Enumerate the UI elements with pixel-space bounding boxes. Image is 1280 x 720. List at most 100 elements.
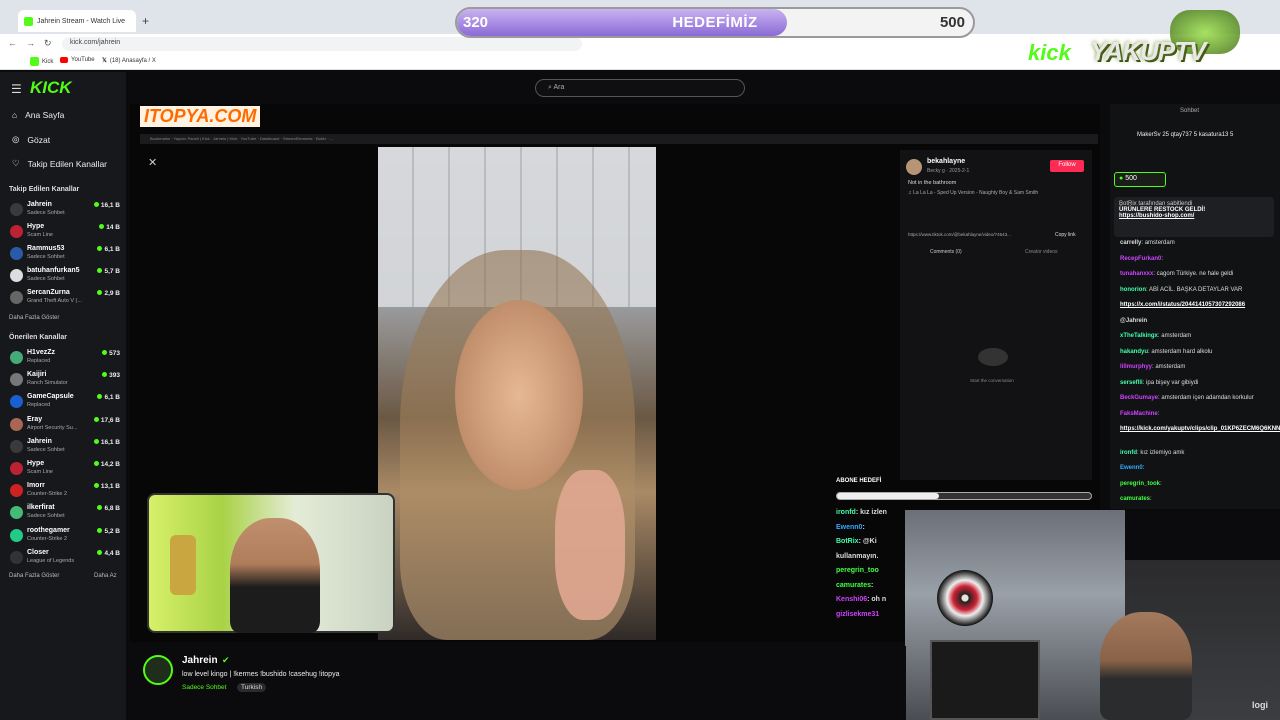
chat-user: hakandyu — [1120, 348, 1149, 355]
streamer-browser-tabs: Bookmarks · Yayıncı Paneli | Kick · Jahr… — [140, 134, 1098, 144]
chat-message: peregrin_took: — [1120, 480, 1270, 488]
recommended-channel[interactable]: Kaijiri Ranch Simulator 393 — [10, 370, 122, 392]
chat-user: lillmurphyy — [1120, 364, 1153, 370]
youtube-icon — [60, 57, 68, 63]
recommended-channel[interactable]: roothegamer Counter-Strike 2 5,2 B — [10, 526, 122, 548]
chat-link[interactable]: https://kick.com/yakuptv/clips/clip_01KP… — [1120, 426, 1280, 432]
viewer-count: 2,9 B — [97, 290, 120, 297]
viewer-count: 6,1 B — [97, 246, 120, 253]
channel-avatar — [10, 439, 23, 453]
chat-user: camurates — [1120, 496, 1151, 502]
forward-icon[interactable]: → — [26, 38, 35, 48]
tab-title: Jahrein Stream - Watch Live — [37, 17, 126, 25]
tiktok-side-panel — [900, 150, 1092, 480]
channel-name: batuhanfurkan5 — [27, 267, 80, 274]
channel-name[interactable]: Jahrein — [182, 655, 218, 666]
show-more-link-2[interactable]: Daha Fazla Göster — [9, 573, 59, 579]
channel-avatar — [10, 484, 23, 498]
search-input[interactable]: ⌕ Ara — [535, 79, 745, 97]
stream-title: low level kingo | !kermes !bushido !case… — [182, 671, 340, 678]
channel-name: Closer — [27, 548, 49, 556]
pinned-message[interactable]: BotRix tarafından sabitlendi ÜRÜNLERE RE… — [1114, 197, 1274, 237]
chat-message: camurates: — [1120, 495, 1270, 503]
followed-channel[interactable]: batuhanfurkan5 Sadece Sohbet 5,7 B — [10, 266, 122, 288]
recommended-channel[interactable]: Eray Airport Security Su... 17,6 B — [10, 415, 122, 437]
viewer-count: 14,2 B — [94, 461, 120, 468]
bookmark-kick[interactable]: Kick — [30, 57, 53, 66]
chat-message: serseflli: ipa bişey var gibiydi — [1120, 379, 1270, 387]
nav-following[interactable]: ♡ Takip Edilen Kanallar — [12, 158, 107, 169]
close-icon[interactable]: ✕ — [148, 156, 157, 169]
chat-user: BotRix — [836, 538, 859, 545]
chat-text: : — [1160, 480, 1162, 487]
viewer-count: 4,4 B — [97, 550, 120, 557]
recommended-channel[interactable]: ilkerfirat Sadece Sohbet 6,8 B — [10, 503, 122, 525]
overlay-chat-line: ironfd: kız izlen — [836, 509, 887, 516]
address-bar[interactable]: kick.com/jahrein — [62, 37, 582, 51]
bookmark-youtube[interactable]: YouTube — [60, 57, 95, 63]
chat-link[interactable]: https://x.com/i/status/20441410573072920… — [1120, 302, 1245, 308]
chat-top-gifters: MakerSv 25 qtay737 5 kasatura13 5 — [1137, 132, 1234, 138]
channel-name: ilkerfirat — [27, 504, 55, 512]
recommended-channel[interactable]: Hype Scam Line 14,2 B — [10, 459, 122, 481]
stream-category[interactable]: Sadece Sohbet — [182, 684, 226, 691]
channel-category: Replaced — [27, 402, 51, 409]
overlay-chat-line: gizlisekme31 — [836, 611, 879, 618]
bookmark-x[interactable]: 𝕏 (18) Anasayfa / X — [102, 57, 156, 65]
kick-logo[interactable]: KICK — [30, 78, 72, 98]
home-icon: ⌂ — [12, 110, 18, 120]
compass-icon: ◎ — [12, 134, 20, 144]
channel-category: Grand Theft Auto V (... — [27, 298, 82, 304]
video-person-face — [455, 300, 583, 490]
new-tab-button[interactable]: + — [142, 14, 149, 28]
stream-tag[interactable]: Turkish — [237, 683, 267, 692]
tiktok-creator-tab: Creator videos — [1025, 249, 1058, 255]
trophy-shape — [170, 535, 196, 595]
monitor-shape — [930, 640, 1040, 720]
channel-name: SercanZurna — [27, 289, 70, 296]
followed-channel[interactable]: Rammus53 Sadece Sohbet 6,1 B — [10, 244, 122, 266]
nav-label: Takip Edilen Kanallar — [27, 158, 108, 169]
followed-channel[interactable]: Hype Scam Line 14 B — [10, 222, 122, 244]
channel-name: Eray — [27, 415, 43, 423]
nav-home[interactable]: ⌂ Ana Sayfa — [12, 110, 64, 120]
recommended-channel[interactable]: GameCapsule Replaced 6,1 B — [10, 392, 122, 414]
chat-message: xTheTalkingx: amsterdam — [1120, 332, 1270, 340]
chat-text: : @Ki — [858, 538, 877, 545]
recommended-channel[interactable]: Jahrein Sadece Sohbet 16,1 B — [10, 437, 122, 459]
back-icon[interactable]: ← — [8, 38, 17, 48]
pinned-link[interactable]: https://bushido-shop.com/ — [1119, 213, 1269, 219]
chat-text: : — [1157, 410, 1160, 417]
followed-channel[interactable]: Jahrein Sadece Sohbet 16,1 B — [10, 200, 122, 222]
channel-category: Sadece Sohbet — [27, 210, 65, 216]
browser-tab[interactable]: Jahrein Stream - Watch Live — [18, 10, 136, 32]
overlay-chat-line: camurates: — [836, 582, 873, 589]
show-less-link[interactable]: Daha Az — [94, 573, 117, 579]
recommended-channel[interactable]: H1vezZz Replaced 573 — [10, 348, 122, 370]
chat-text: : amsterdam içen adamdan korkulur — [1158, 395, 1254, 401]
tiktok-song: ♫ La La La - Sped Up Version - Naughty B… — [908, 190, 1039, 196]
reload-icon[interactable]: ↻ — [44, 38, 52, 49]
chat-message: https://kick.com/yakuptv/clips/clip_01KP… — [1120, 425, 1280, 433]
channel-category: Sadece Sohbet — [27, 254, 65, 260]
nav-browse[interactable]: ◎ Gözat — [12, 134, 50, 145]
recommended-channel[interactable]: Imorr Counter-Strike 2 13,1 B — [10, 481, 122, 503]
viewer-count: 5,7 B — [97, 268, 120, 275]
channel-avatar — [10, 417, 23, 431]
viewer-count: 5,2 B — [97, 528, 120, 535]
menu-icon[interactable]: ☰ — [11, 82, 22, 96]
tiktok-copy-link: Copy link — [1055, 232, 1076, 238]
channel-avatar[interactable] — [143, 655, 173, 685]
show-more-link[interactable]: Daha Fazla Göster — [9, 315, 59, 321]
channel-avatar — [10, 269, 23, 282]
chat-user: honorion — [1120, 286, 1146, 293]
goal-title: HEDEFİMİZ — [672, 14, 758, 31]
followed-channel[interactable]: SercanZurna Grand Theft Auto V (... 2,9 B — [10, 288, 122, 310]
kick-overlay-logo: kick — [1028, 40, 1071, 65]
recommended-channel[interactable]: Closer League of Legends 4,4 B — [10, 548, 122, 570]
yakuptv-logo: YAKUPTV — [1090, 36, 1206, 66]
chat-message: hakandyu: amsterdam hard alkolu — [1120, 348, 1270, 356]
kick-favicon-icon — [24, 16, 33, 26]
bookmark-label: Kick — [42, 58, 54, 65]
chat-user: ironfd — [836, 509, 856, 516]
